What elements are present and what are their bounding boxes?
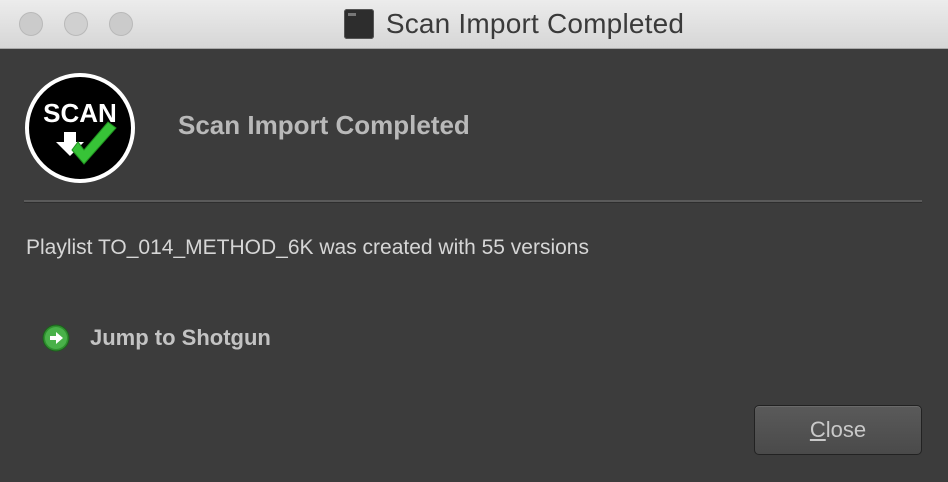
close-label: lose xyxy=(825,417,867,442)
window-title: Scan Import Completed xyxy=(385,8,685,39)
jump-to-shotgun-link[interactable]: Jump to Shotgun xyxy=(42,324,271,352)
title-group: Scan Import Completed xyxy=(0,0,948,48)
title-bar[interactable]: Scan Import Completed xyxy=(0,0,948,49)
close-button[interactable]: Close xyxy=(754,405,922,455)
green-arrow-right-icon xyxy=(42,324,70,352)
app-icon xyxy=(343,9,374,39)
link-label[interactable]: Jump to Shotgun xyxy=(90,325,271,351)
status-message: Playlist TO_014_METHOD_6K was created wi… xyxy=(26,236,589,259)
close-mnemonic: C xyxy=(809,417,826,442)
divider xyxy=(24,200,922,203)
dialog-window: Scan Import Completed SCAN Scan Import C… xyxy=(0,0,948,482)
scan-logo-text: SCAN xyxy=(43,98,117,128)
header-title: Scan Import Completed xyxy=(178,110,470,140)
scan-logo-icon: SCAN xyxy=(24,72,136,184)
